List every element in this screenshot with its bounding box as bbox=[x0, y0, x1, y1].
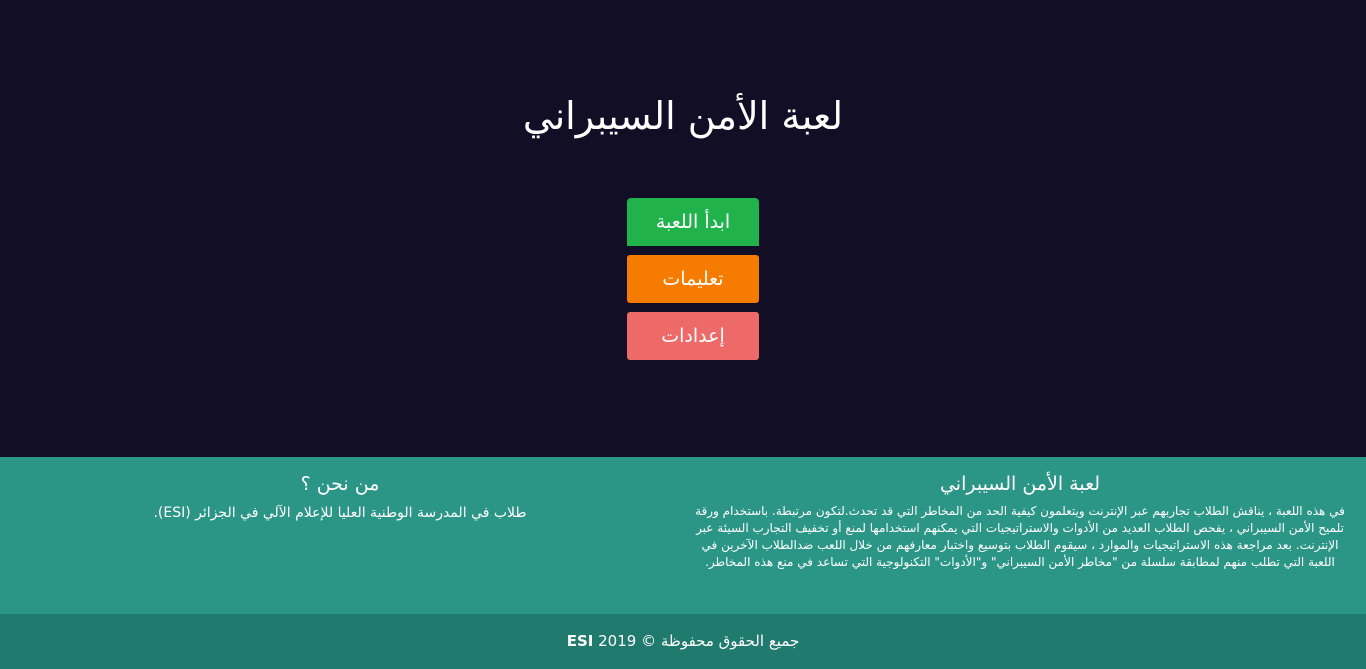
about-us: من نحن ؟ طلاب في المدرسة الوطنية العليا … bbox=[60, 471, 620, 523]
about-game-description: في هذه اللعبة ، يناقش الطلاب تجاربهم عبر… bbox=[695, 504, 1345, 569]
about-game: لعبة الأمن السيبراني في هذه اللعبة ، ينا… bbox=[690, 471, 1350, 571]
about-us-description: طلاب في المدرسة الوطنية العليا للإعلام ا… bbox=[153, 505, 527, 521]
footer-brand: ESI bbox=[566, 632, 594, 650]
page-title: لعبة الأمن السيبراني bbox=[522, 94, 844, 138]
hero-section: لعبة الأمن السيبراني ابدأ اللعبة تعليمات… bbox=[0, 0, 1366, 457]
info-section: لعبة الأمن السيبراني في هذه اللعبة ، ينا… bbox=[0, 457, 1366, 614]
start-game-button[interactable]: ابدأ اللعبة bbox=[627, 198, 759, 246]
footer: جميع الحقوق محفوظة © 2019 ESI bbox=[0, 614, 1366, 669]
settings-button[interactable]: إعدادات bbox=[627, 312, 759, 360]
instructions-button[interactable]: تعليمات bbox=[627, 255, 759, 303]
about-us-heading: من نحن ؟ bbox=[300, 473, 380, 495]
about-game-heading: لعبة الأمن السيبراني bbox=[939, 473, 1101, 495]
footer-rights: جميع الحقوق محفوظة © 2019 bbox=[598, 632, 800, 650]
